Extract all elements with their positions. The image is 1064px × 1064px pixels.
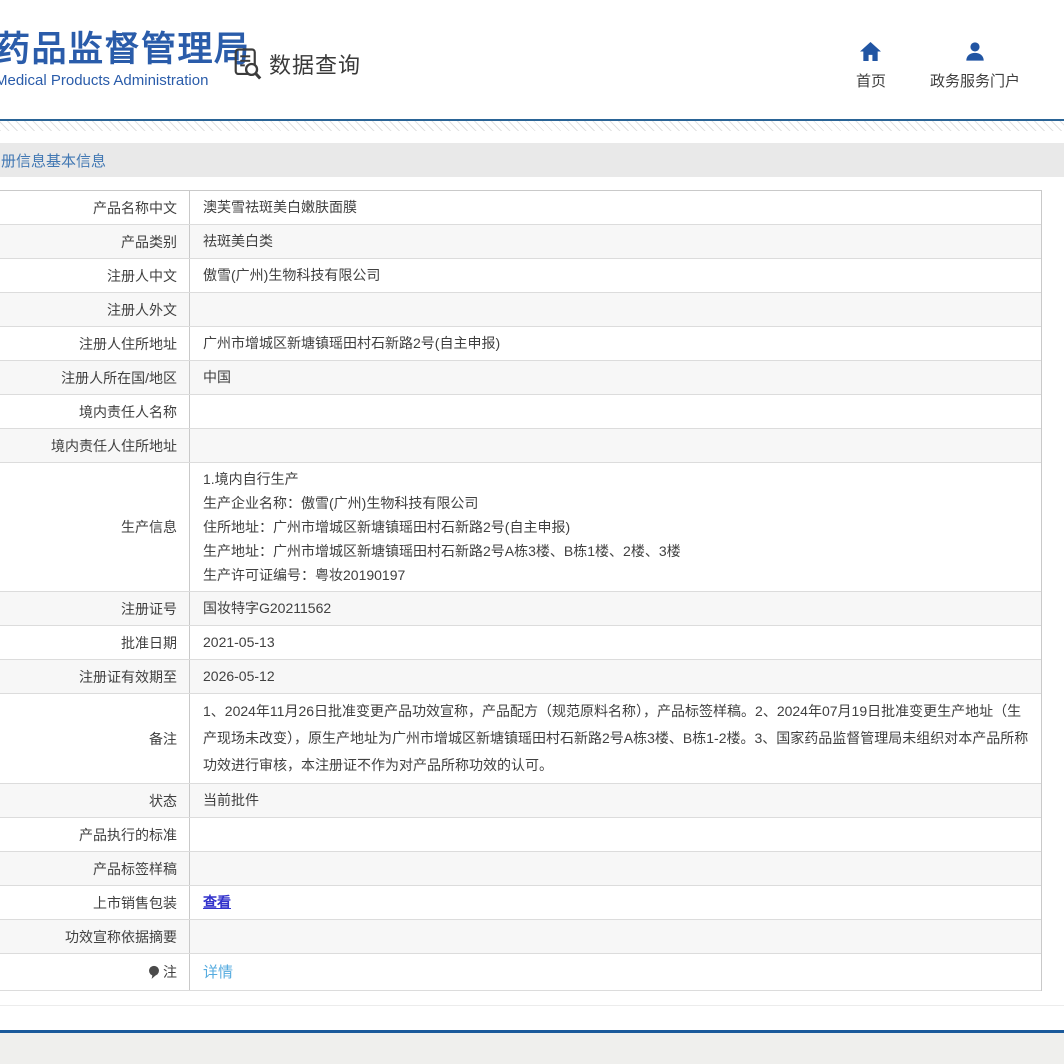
- row-label: 注册人外文: [0, 293, 190, 326]
- row-label: 备注: [0, 694, 190, 783]
- row-value: 1、2024年11月26日批准变更产品功效宣称，产品配方（规范原料名称），产品标…: [190, 694, 1041, 783]
- table-row-note: 注 详情: [0, 954, 1041, 991]
- row-label: 境内责任人住所地址: [0, 429, 190, 462]
- nav-item-portal-label: 政务服务门户: [930, 70, 1020, 91]
- row-label: 产品名称中文: [0, 191, 190, 224]
- footer: [0, 1030, 1064, 1064]
- table-row: 产品类别 祛斑美白类: [0, 225, 1041, 259]
- data-query-label: 数据查询: [269, 48, 361, 80]
- row-label: 功效宣称依据摘要: [0, 920, 190, 953]
- row-label: 产品标签样稿: [0, 852, 190, 885]
- table-row-remark: 备注 1、2024年11月26日批准变更产品功效宣称，产品配方（规范原料名称），…: [0, 694, 1041, 784]
- footer-band: [0, 1033, 1064, 1064]
- row-label: 注册证号: [0, 592, 190, 625]
- row-value: [190, 818, 1041, 851]
- table-row: 产品标签样稿: [0, 852, 1041, 886]
- row-value: 当前批件: [190, 784, 1041, 817]
- row-value: 祛斑美白类: [190, 225, 1041, 258]
- table-row: 注册人所在国/地区 中国: [0, 361, 1041, 395]
- table-row: 产品名称中文 澳芙雪祛斑美白嫩肤面膜: [0, 191, 1041, 225]
- header-hatch-band: [0, 121, 1064, 131]
- table-row: 境内责任人名称: [0, 395, 1041, 429]
- row-label: 注册人所在国/地区: [0, 361, 190, 394]
- row-value: 傲雪(广州)生物科技有限公司: [190, 259, 1041, 292]
- content-bottom-divider: [0, 1005, 1064, 1006]
- note-detail-link[interactable]: 详情: [203, 962, 233, 983]
- balloon-icon: [148, 965, 160, 980]
- remark-text: 1、2024年11月26日批准变更产品功效宣称，产品配方（规范原料名称），产品标…: [203, 698, 1029, 779]
- row-label: 批准日期: [0, 626, 190, 659]
- page-title: 册信息基本信息: [0, 150, 106, 171]
- table-row-production-info: 生产信息 1.境内自行生产 生产企业名称：傲雪(广州)生物科技有限公司 住所地址…: [0, 463, 1041, 592]
- row-label: 产品类别: [0, 225, 190, 258]
- table-row: 注册证号 国妆特字G20211562: [0, 592, 1041, 626]
- logo-title-cn: 药品监督管理局: [0, 30, 251, 70]
- table-row: 注册人外文: [0, 293, 1041, 327]
- row-value: [190, 293, 1041, 326]
- header: 药品监督管理局 Medical Products Administration …: [0, 0, 1064, 119]
- row-value: 1.境内自行生产 生产企业名称：傲雪(广州)生物科技有限公司 住所地址：广州市增…: [190, 463, 1041, 591]
- table-row-packaging: 上市销售包装 查看: [0, 886, 1041, 920]
- row-value: [190, 920, 1041, 953]
- page: 药品监督管理局 Medical Products Administration …: [0, 0, 1064, 1064]
- top-nav: 首页 政务服务门户: [856, 41, 1020, 91]
- row-value: 广州市增城区新塘镇瑶田村石新路2号(自主申报): [190, 327, 1041, 360]
- view-packaging-link[interactable]: 查看: [203, 892, 231, 913]
- row-label: 注册人住所地址: [0, 327, 190, 360]
- row-label: 上市销售包装: [0, 886, 190, 919]
- row-value: 2021-05-13: [190, 626, 1041, 659]
- row-label: 状态: [0, 784, 190, 817]
- row-label: 注册人中文: [0, 259, 190, 292]
- registration-info-table: 产品名称中文 澳芙雪祛斑美白嫩肤面膜 产品类别 祛斑美白类 注册人中文 傲雪(广…: [0, 190, 1042, 991]
- row-label: 产品执行的标准: [0, 818, 190, 851]
- row-label: 注: [0, 954, 190, 990]
- logo-subtitle-en: Medical Products Administration: [0, 72, 251, 89]
- table-row: 注册人中文 傲雪(广州)生物科技有限公司: [0, 259, 1041, 293]
- table-row: 状态 当前批件: [0, 784, 1041, 818]
- table-row: 注册人住所地址 广州市增城区新塘镇瑶田村石新路2号(自主申报): [0, 327, 1041, 361]
- row-value: 2026-05-12: [190, 660, 1041, 693]
- row-value: [190, 395, 1041, 428]
- home-icon: [859, 41, 882, 62]
- section-bar: 册信息基本信息: [0, 143, 1064, 177]
- production-line: 生产许可证编号：粤妆20190197: [203, 563, 405, 587]
- table-row: 注册证有效期至 2026-05-12: [0, 660, 1041, 694]
- table-row: 功效宣称依据摘要: [0, 920, 1041, 954]
- row-value: 详情: [190, 954, 1041, 990]
- row-value: [190, 852, 1041, 885]
- table-row: 产品执行的标准: [0, 818, 1041, 852]
- row-value: [190, 429, 1041, 462]
- logo: 药品监督管理局 Medical Products Administration: [0, 30, 251, 89]
- note-label-text: 注: [163, 962, 177, 982]
- nav-item-home[interactable]: 首页: [856, 41, 886, 91]
- document-search-icon: [233, 47, 262, 81]
- production-line: 生产企业名称：傲雪(广州)生物科技有限公司: [203, 491, 478, 515]
- row-value: 中国: [190, 361, 1041, 394]
- row-value: 澳芙雪祛斑美白嫩肤面膜: [190, 191, 1041, 224]
- row-label: 境内责任人名称: [0, 395, 190, 428]
- nav-item-portal[interactable]: 政务服务门户: [930, 41, 1020, 91]
- production-line: 住所地址：广州市增城区新塘镇瑶田村石新路2号(自主申报): [203, 515, 570, 539]
- user-icon: [964, 41, 986, 62]
- table-row: 批准日期 2021-05-13: [0, 626, 1041, 660]
- table-row: 境内责任人住所地址: [0, 429, 1041, 463]
- row-value: 国妆特字G20211562: [190, 592, 1041, 625]
- data-query-nav[interactable]: 数据查询: [233, 47, 361, 81]
- production-line: 1.境内自行生产: [203, 467, 299, 491]
- nav-item-home-label: 首页: [856, 70, 886, 91]
- row-value: 查看: [190, 886, 1041, 919]
- row-label: 注册证有效期至: [0, 660, 190, 693]
- row-label: 生产信息: [0, 463, 190, 591]
- production-line: 生产地址：广州市增城区新塘镇瑶田村石新路2号A栋3楼、B栋1楼、2楼、3楼: [203, 539, 681, 563]
